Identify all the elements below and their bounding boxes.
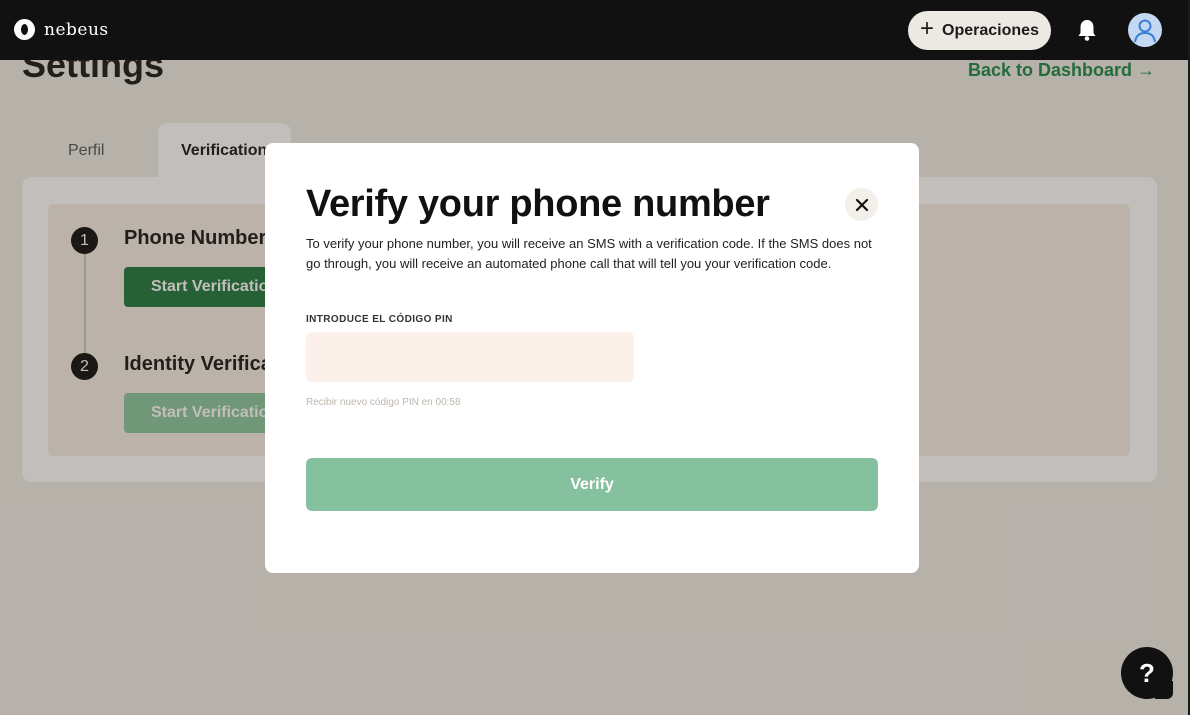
help-bubble-tail <box>1155 681 1173 699</box>
top-bar: nebeus + Operaciones <box>0 0 1190 60</box>
pin-label: INTRODUCE EL CÓDIGO PIN <box>306 314 453 325</box>
modal-description: To verify your phone number, you will re… <box>306 236 872 271</box>
verify-phone-modal: Verify your phone number To verify your … <box>265 143 919 573</box>
modal-title: Verify your phone number <box>306 183 770 225</box>
plus-icon: + <box>920 15 935 42</box>
pin-code-input[interactable] <box>306 332 634 382</box>
bell-icon[interactable] <box>1076 18 1098 42</box>
help-icon: ? <box>1139 657 1155 688</box>
help-button[interactable]: ? <box>1121 647 1173 699</box>
resend-pin-countdown: Recibir nuevo código PIN en 00:58 <box>306 397 461 408</box>
logo-text: nebeus <box>44 19 109 40</box>
operations-label: Operaciones <box>942 21 1039 39</box>
close-icon <box>855 198 868 211</box>
verify-button[interactable]: Verify <box>306 458 878 511</box>
close-button[interactable] <box>845 188 878 221</box>
operations-button[interactable]: + Operaciones <box>908 11 1051 50</box>
logo-mark-icon <box>14 19 35 40</box>
nebeus-logo[interactable]: nebeus <box>14 19 109 40</box>
user-avatar-icon[interactable] <box>1128 13 1162 47</box>
